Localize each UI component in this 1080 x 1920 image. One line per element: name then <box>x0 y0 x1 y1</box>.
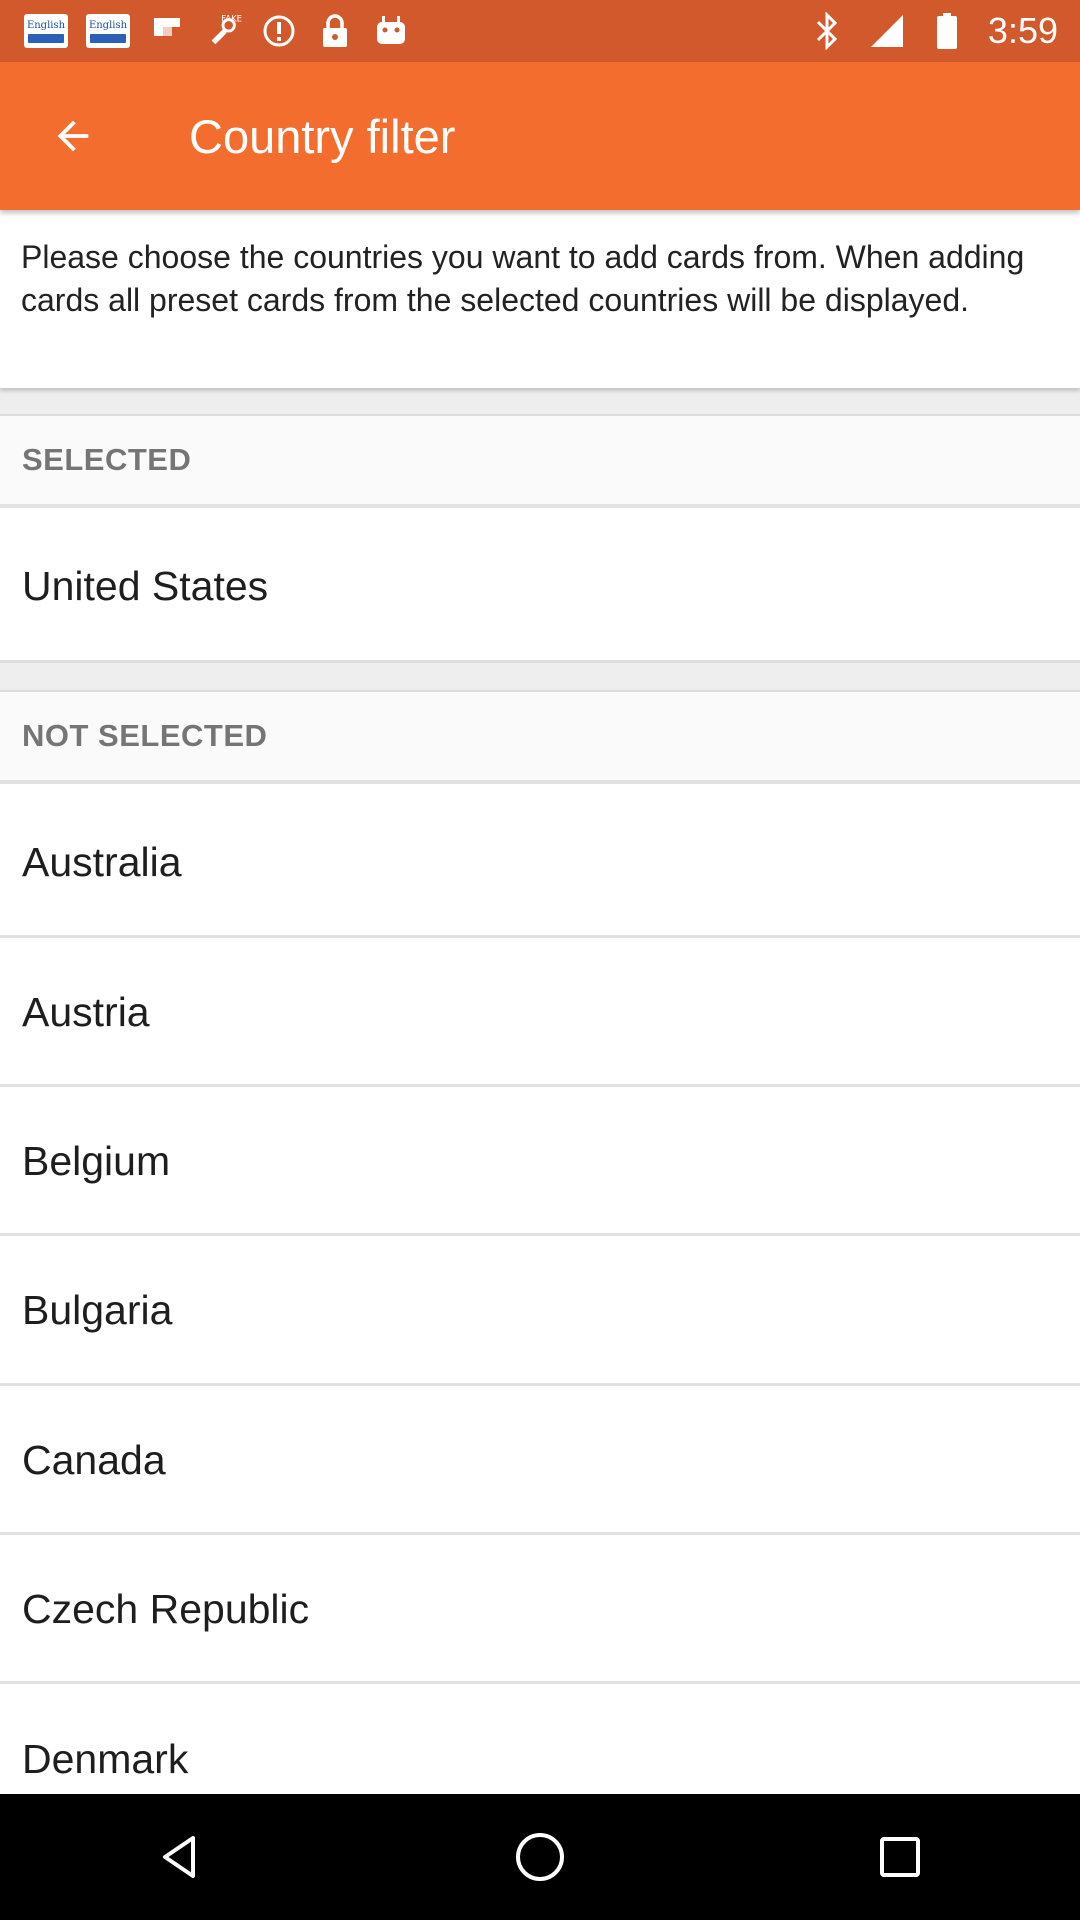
nav-back-button[interactable] <box>120 1802 240 1912</box>
battery-icon <box>928 12 966 50</box>
keyboard-label: English <box>88 19 128 31</box>
arrow-back-icon <box>57 120 89 152</box>
lock-icon <box>316 12 354 50</box>
section-spacer <box>0 660 1080 692</box>
english-keyboard-icon: English <box>86 14 130 48</box>
keyboard-label: English <box>26 19 66 31</box>
page-title: Country filter <box>189 109 456 163</box>
english-keyboard-icon: English <box>24 14 68 48</box>
country-item[interactable]: Australia <box>0 788 1080 936</box>
country-item-selected[interactable]: United States <box>0 512 1080 660</box>
system-icons: 3:59 <box>808 10 1080 52</box>
svg-text:FAKE: FAKE <box>221 15 242 25</box>
country-item[interactable]: Belgium <box>0 1087 1080 1235</box>
nav-recents-button[interactable] <box>840 1802 960 1912</box>
clock-time: 3:59 <box>987 10 1058 51</box>
recents-square-icon <box>880 1837 920 1877</box>
android-icon <box>372 12 410 50</box>
fake-gps-icon: FAKE <box>204 12 242 50</box>
description-text: Please choose the countries you want to … <box>0 210 1080 388</box>
country-item[interactable]: Czech Republic <box>0 1535 1080 1683</box>
app-bar: Country filter <box>0 62 1080 210</box>
navigation-bar <box>0 1794 1080 1920</box>
country-item[interactable]: Denmark <box>0 1684 1080 1794</box>
home-circle-icon <box>516 1833 564 1881</box>
back-button[interactable] <box>23 86 123 186</box>
country-item[interactable]: Canada <box>0 1386 1080 1534</box>
status-bar: English English FAKE 3:59 <box>0 0 1080 62</box>
nav-home-button[interactable] <box>480 1802 600 1912</box>
notification-icons: English English FAKE <box>0 12 410 50</box>
flipboard-icon <box>148 12 186 50</box>
bluetooth-icon <box>808 12 846 50</box>
section-header-not-selected: NOT SELECTED <box>0 692 1080 784</box>
alert-icon <box>260 12 298 50</box>
signal-icon <box>868 12 906 50</box>
back-triangle-icon <box>163 1836 195 1878</box>
section-header-selected: SELECTED <box>0 416 1080 508</box>
section-spacer <box>0 388 1080 416</box>
country-item[interactable]: Austria <box>0 938 1080 1086</box>
country-item[interactable]: Bulgaria <box>0 1236 1080 1384</box>
